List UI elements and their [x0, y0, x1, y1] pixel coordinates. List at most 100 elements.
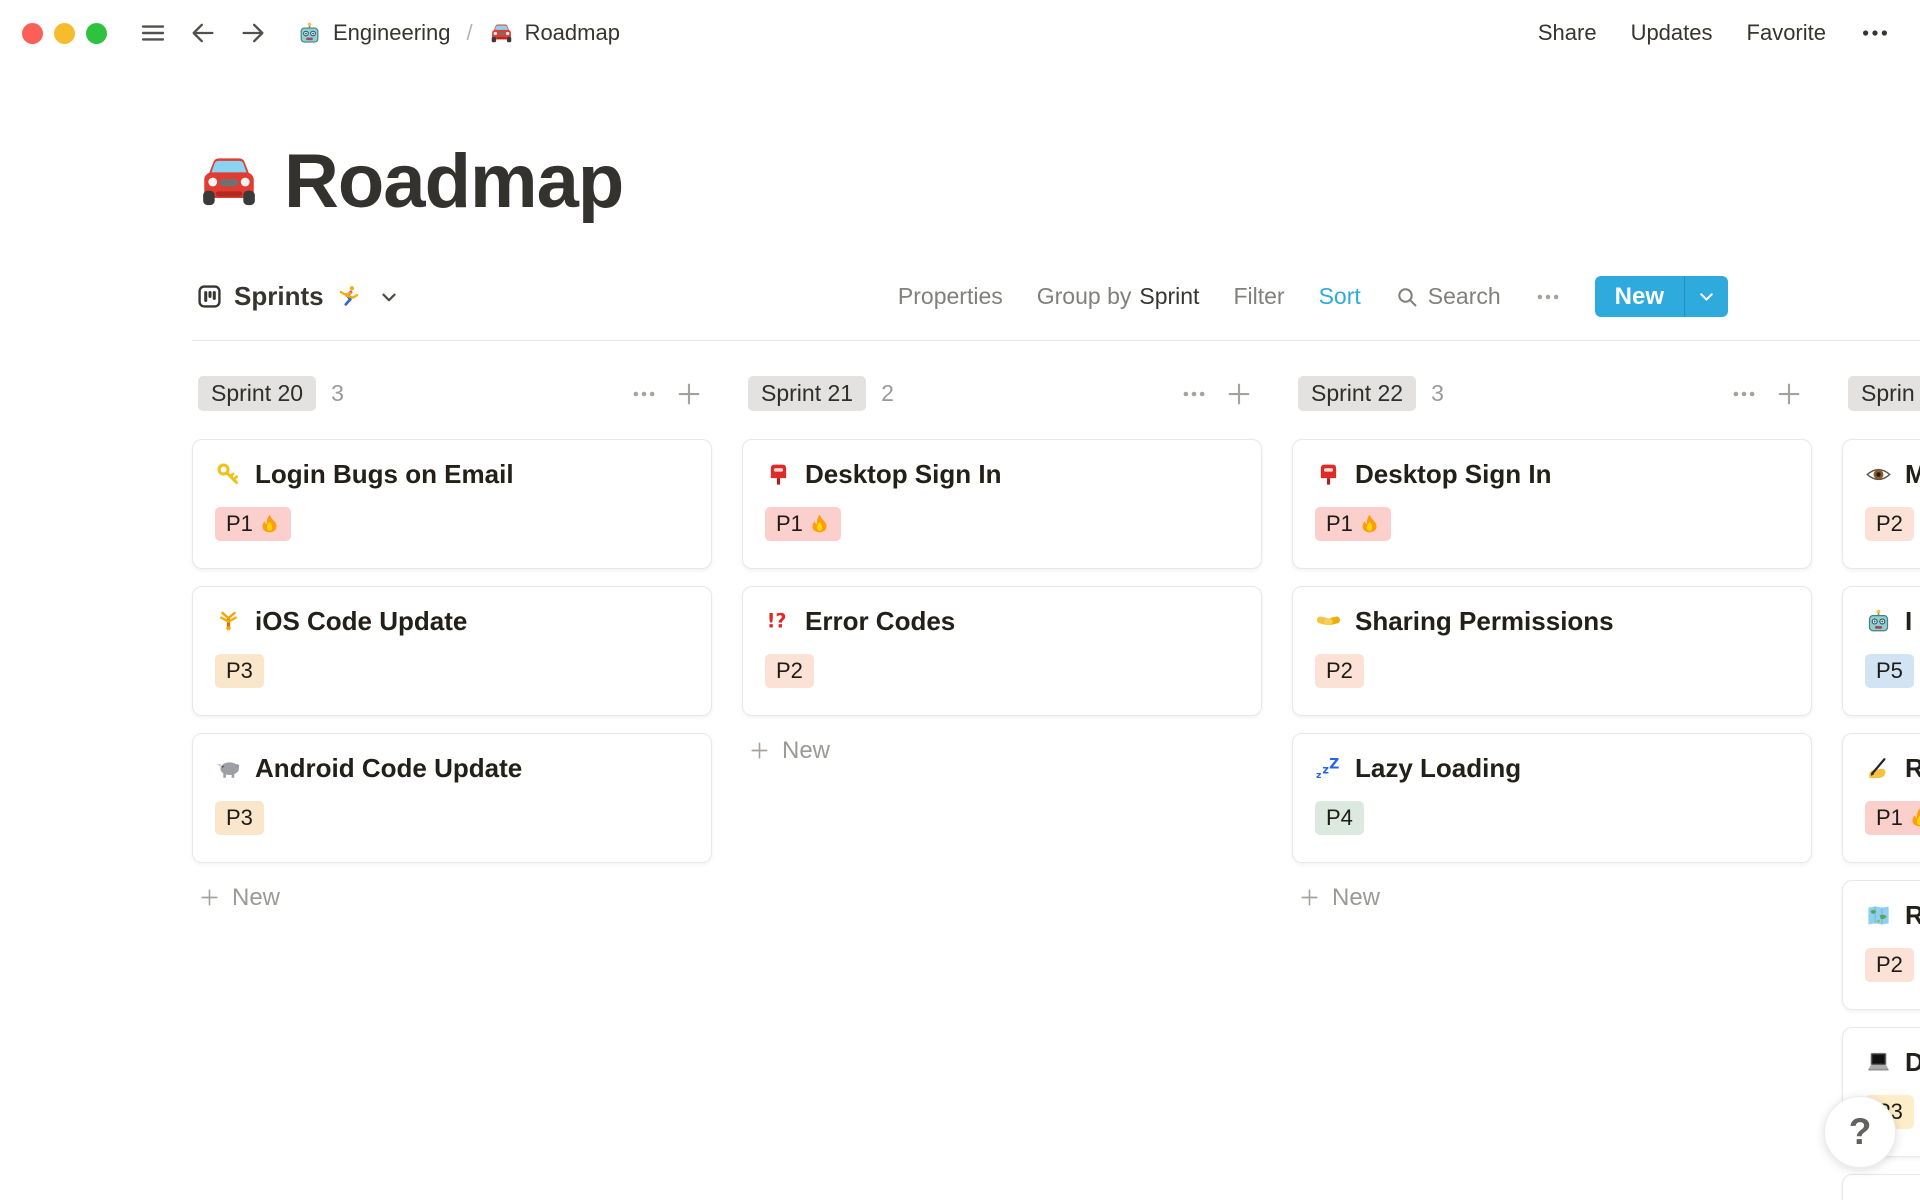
priority-tag: P2 [765, 653, 814, 688]
page-car-icon[interactable] [196, 149, 262, 215]
column-more-icon[interactable] [1731, 381, 1757, 407]
topbar-actions: Share Updates Favorite [1538, 18, 1890, 48]
priority-tag: P3 [215, 800, 264, 835]
priority-tag-label: P2 [1326, 657, 1353, 683]
column-more-icon[interactable] [1181, 381, 1207, 407]
new-button-label[interactable]: New [1595, 276, 1684, 317]
svg-text:Z: Z [1329, 756, 1339, 772]
updates-button[interactable]: Updates [1631, 20, 1713, 46]
board-card[interactable]: z z Z Lazy Loading P4 [1292, 732, 1812, 863]
add-card-button[interactable]: New [1298, 880, 1812, 916]
column-add-icon[interactable] [1224, 379, 1254, 409]
favorite-button[interactable]: Favorite [1747, 20, 1826, 46]
new-button-caret[interactable] [1685, 276, 1728, 317]
interrobang-icon: !? [765, 608, 792, 635]
board-card[interactable]: Sharing Permissions P2 [1292, 585, 1812, 716]
new-button[interactable]: New [1594, 276, 1728, 318]
world-map-icon [1865, 902, 1892, 929]
card-title-row: Login Bugs on Email [215, 459, 689, 490]
card-title: R [1905, 753, 1920, 784]
card-title-row: M [1865, 459, 1920, 490]
board-card[interactable] [1842, 1173, 1920, 1200]
board-card[interactable]: RP1 [1842, 732, 1920, 863]
card-title-row: Desktop Sign In [1315, 459, 1789, 490]
zoom-window-button[interactable] [86, 22, 107, 44]
chevron-down-icon [1696, 286, 1717, 307]
board-card[interactable]: Desktop Sign In P1 [742, 438, 1262, 569]
breadcrumb: Engineering / Roadmap [297, 20, 620, 46]
page-title-row: Roadmap [196, 142, 1920, 222]
column-add-icon[interactable] [1774, 379, 1804, 409]
card-title: Lazy Loading [1355, 752, 1522, 783]
back-icon[interactable] [189, 19, 217, 47]
priority-tag: P1 [215, 506, 291, 541]
fire-icon [259, 513, 280, 534]
search-button[interactable]: Search [1395, 283, 1501, 310]
view-more-icon[interactable] [1535, 284, 1561, 310]
zzz-icon: zzZ [1315, 755, 1342, 782]
properties-button[interactable]: Properties [898, 283, 1003, 310]
group-by-button[interactable]: Group by Sprint [1037, 283, 1200, 310]
board-card[interactable]: Login Bugs on Email P1 [192, 438, 712, 569]
group-by-label: Group by [1036, 283, 1132, 310]
card-title-row: R [1865, 900, 1920, 931]
help-button[interactable]: ? [1824, 1096, 1896, 1168]
column-title[interactable]: Sprint 21 [748, 376, 867, 412]
board-card[interactable]: R P2 [1842, 879, 1920, 1010]
priority-tag-label: P1 [1326, 510, 1353, 536]
more-options-icon[interactable] [1860, 18, 1890, 48]
column-title[interactable]: Sprint 22 [1298, 376, 1417, 412]
board-card[interactable]: !? Error Codes P2 [742, 585, 1262, 716]
board-column: Sprint 21 2 Desktop Sign In P1!? Error Codes… [742, 374, 1262, 1200]
fire-icon [1909, 807, 1920, 828]
breadcrumb-engineering[interactable]: Engineering [297, 20, 450, 46]
add-card-button[interactable]: New [748, 733, 1262, 769]
priority-tag: P5 [1865, 653, 1914, 688]
card-title: Desktop Sign In [805, 458, 1002, 489]
filter-button[interactable]: Filter [1233, 283, 1284, 310]
sidebar-menu-icon[interactable] [139, 19, 167, 47]
priority-tag-label: P2 [1876, 510, 1903, 536]
add-card-label: New [782, 736, 831, 764]
close-window-button[interactable] [22, 22, 43, 44]
board-card[interactable]: M P2 [1842, 438, 1920, 569]
runner-icon [335, 284, 361, 310]
board-card[interactable]: I P5 [1842, 585, 1920, 716]
search-icon [1395, 285, 1419, 309]
minimize-window-button[interactable] [54, 22, 75, 44]
fire-icon [809, 513, 830, 534]
card-title: iOS Code Update [255, 605, 468, 636]
column-count: 3 [1431, 380, 1444, 407]
card-title-row: Android Code Update [215, 753, 689, 784]
card-title: Error Codes [805, 605, 956, 636]
view-tab-sprints[interactable]: Sprints [196, 281, 400, 312]
column-title[interactable]: Sprint 20 [198, 376, 317, 412]
board-card[interactable]: iOS Code Update P3 [192, 585, 712, 716]
view-tab-label: Sprints [234, 281, 324, 312]
priority-tag: P4 [1315, 800, 1364, 835]
breadcrumb-roadmap[interactable]: Roadmap [489, 20, 620, 46]
board-card[interactable]: Android Code Update P3 [192, 732, 712, 863]
chevron-down-icon[interactable] [378, 286, 400, 308]
card-title: Sharing Permissions [1355, 605, 1614, 636]
breadcrumb-label: Roadmap [524, 20, 620, 45]
card-title-row: Desktop Sign In [765, 459, 1239, 490]
add-card-button[interactable]: New [198, 880, 712, 916]
priority-tag-label: P3 [226, 657, 253, 683]
column-more-icon[interactable] [631, 381, 657, 407]
column-add-icon[interactable] [674, 379, 704, 409]
priority-tag: P1 [1315, 506, 1391, 541]
board-card[interactable]: Desktop Sign In P1 [1292, 438, 1812, 569]
card-title-row: z z Z Lazy Loading [1315, 753, 1789, 784]
column-title[interactable]: Sprin [1848, 376, 1920, 412]
share-button[interactable]: Share [1538, 20, 1597, 46]
priority-tag: P2 [1865, 947, 1914, 982]
cartwheel-icon [215, 608, 242, 635]
window-controls [22, 22, 107, 44]
card-title-row: !? Error Codes [765, 606, 1239, 637]
plus-icon [1298, 886, 1321, 909]
fire-icon [1359, 513, 1380, 534]
forward-icon[interactable] [239, 19, 267, 47]
sort-button[interactable]: Sort [1319, 283, 1361, 310]
breadcrumb-label: Engineering [333, 20, 451, 45]
